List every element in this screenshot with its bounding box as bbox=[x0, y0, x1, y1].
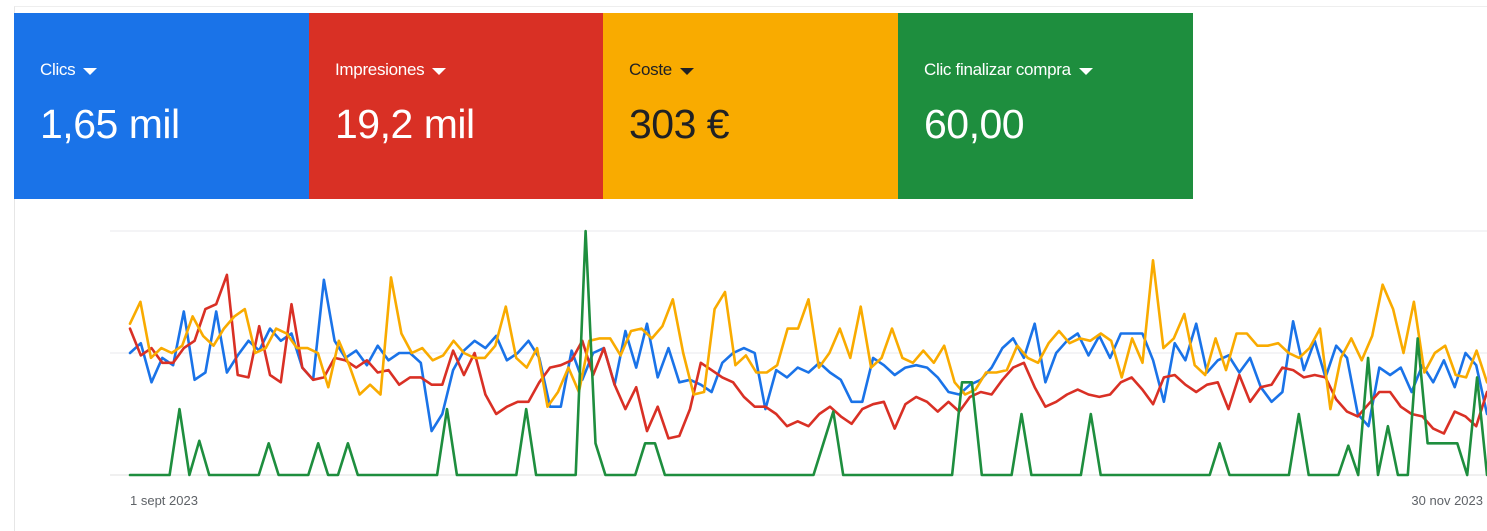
performance-line-chart[interactable]: 1 sept 2023 30 nov 2023 bbox=[0, 0, 1487, 531]
x-axis-start-label: 1 sept 2023 bbox=[130, 493, 198, 508]
x-axis-end-label: 30 nov 2023 bbox=[1411, 493, 1483, 508]
